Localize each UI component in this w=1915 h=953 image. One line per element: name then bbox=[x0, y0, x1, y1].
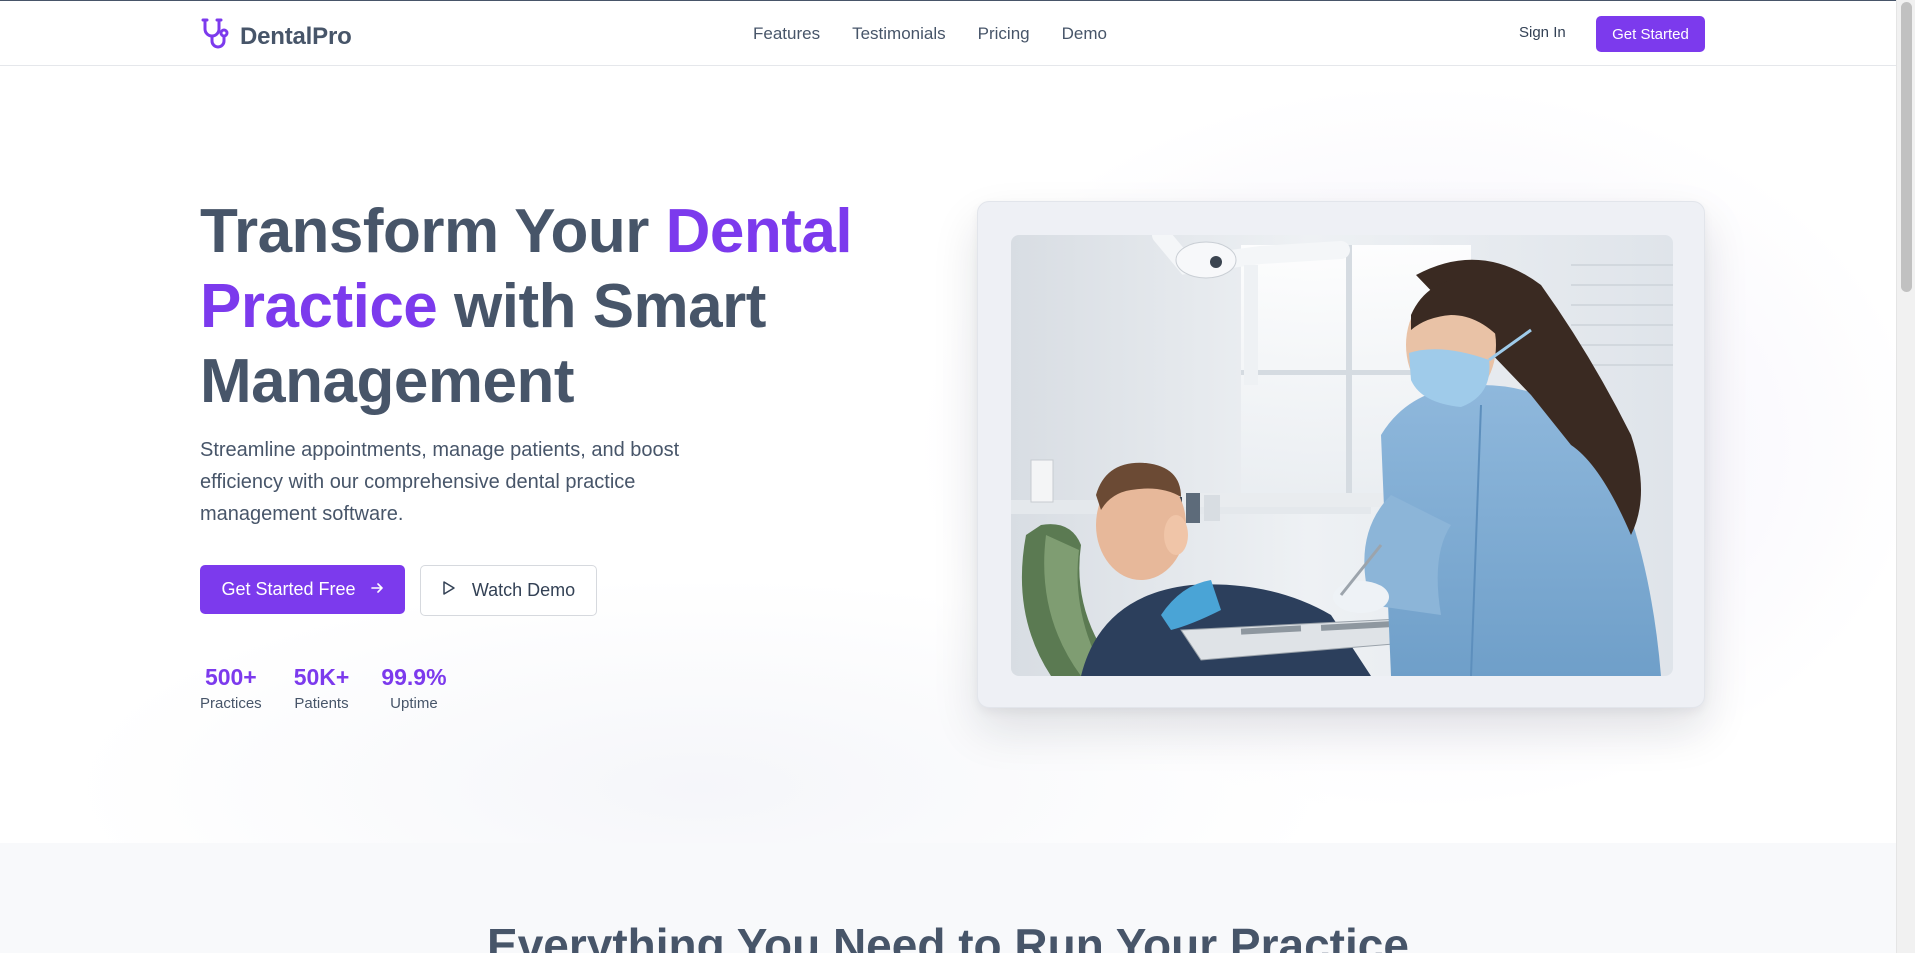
headline-accent-2: Practice bbox=[200, 272, 438, 341]
stat-label: Practices bbox=[200, 695, 262, 712]
nav-link-features[interactable]: Features bbox=[753, 24, 820, 44]
logo[interactable]: DentalPro bbox=[200, 17, 352, 56]
sign-in-link[interactable]: Sign In bbox=[1519, 24, 1566, 41]
stats-row: 500+ Practices 50K+ Patients 99.9% Uptim… bbox=[200, 664, 447, 712]
stat-label: Uptime bbox=[390, 695, 438, 712]
nav-link-pricing[interactable]: Pricing bbox=[978, 24, 1030, 44]
hero-subtext: Streamline appointments, manage patients… bbox=[200, 439, 680, 525]
stat-value: 500+ bbox=[204, 664, 257, 690]
watch-demo-label: Watch Demo bbox=[471, 580, 576, 600]
hero-headline: Transform Your Dental Practice with Smar… bbox=[200, 194, 900, 419]
headline-part-1: Transform Your bbox=[200, 197, 666, 266]
hero-image-card bbox=[977, 201, 1705, 708]
headline-accent-1: Dental bbox=[665, 197, 853, 266]
nav-link-demo[interactable]: Demo bbox=[1062, 24, 1107, 44]
nav-link-testimonials[interactable]: Testimonials bbox=[852, 24, 946, 44]
stat-patients: 50K+ Patients bbox=[294, 664, 350, 712]
scrollbar-thumb[interactable] bbox=[1901, 2, 1912, 292]
nav-links: Features Testimonials Pricing Demo bbox=[753, 24, 1107, 44]
brand-name: DentalPro bbox=[240, 22, 352, 50]
get-started-free-button[interactable]: Get Started Free bbox=[200, 565, 405, 614]
navbar: DentalPro Features Testimonials Pricing … bbox=[0, 0, 1896, 66]
features-title: Everything You Need to Run Your Practice bbox=[487, 919, 1409, 953]
stat-practices: 500+ Practices bbox=[200, 664, 262, 712]
stat-value: 99.9% bbox=[381, 664, 447, 690]
play-icon bbox=[442, 580, 456, 601]
stat-label: Patients bbox=[294, 695, 349, 712]
page-scrollbar[interactable] bbox=[1896, 0, 1915, 953]
features-section: Everything You Need to Run Your Practice bbox=[0, 843, 1896, 953]
dentist-with-patient-photo bbox=[1011, 235, 1673, 676]
get-started-free-label: Get Started Free bbox=[221, 579, 356, 599]
arrow-right-icon bbox=[370, 579, 384, 600]
stat-uptime: 99.9% Uptime bbox=[381, 664, 446, 712]
hero-section: Transform Your Dental Practice with Smar… bbox=[0, 67, 1896, 843]
stat-value: 50K+ bbox=[293, 664, 350, 690]
watch-demo-button[interactable]: Watch Demo bbox=[420, 565, 597, 616]
stethoscope-icon bbox=[200, 17, 232, 56]
get-started-button[interactable]: Get Started bbox=[1596, 16, 1705, 52]
